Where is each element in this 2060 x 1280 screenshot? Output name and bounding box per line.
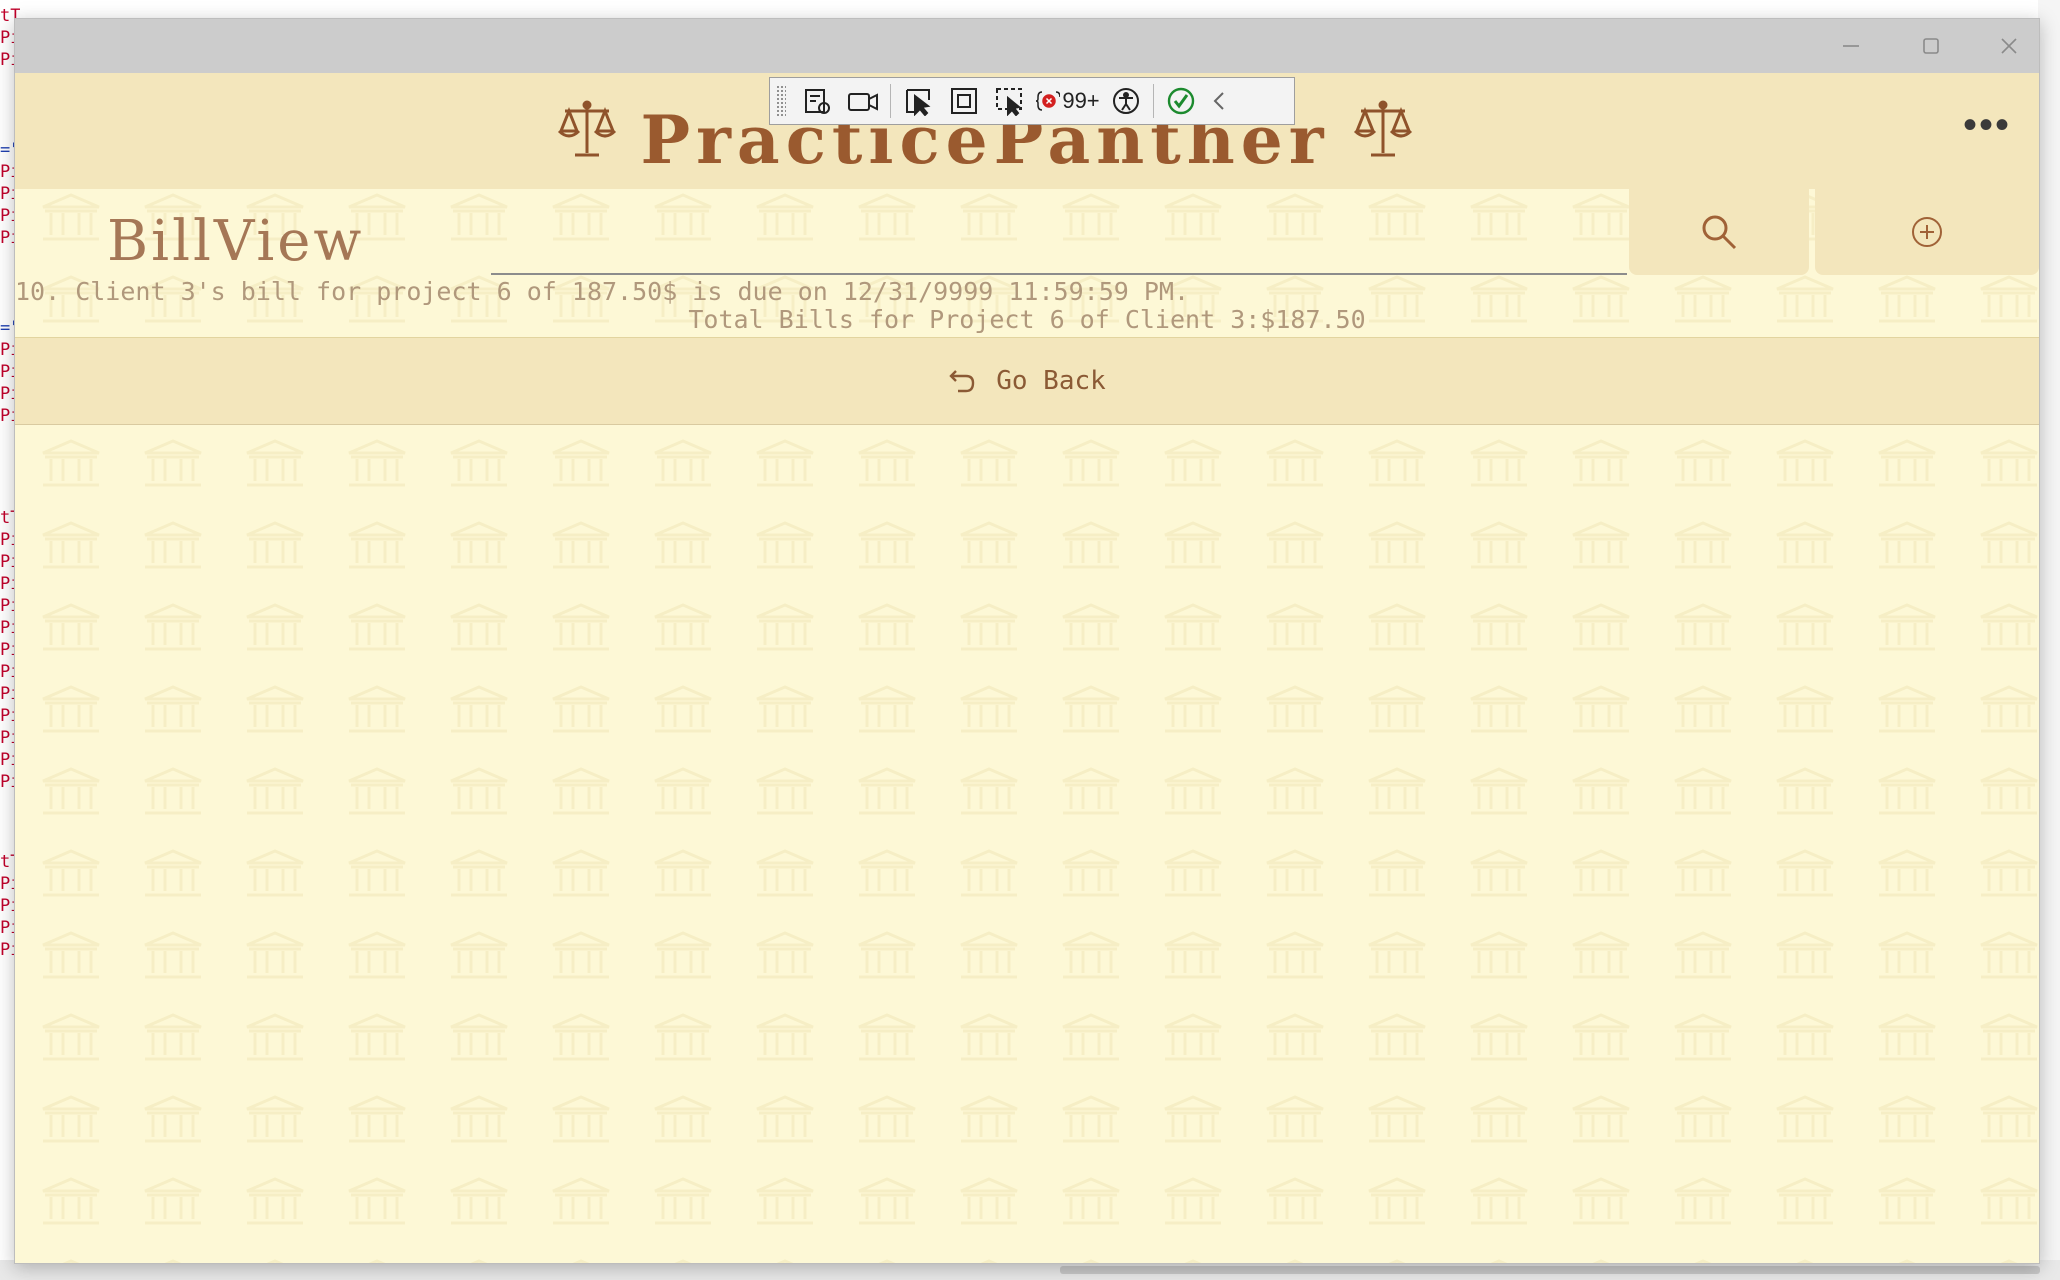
minimize-icon[interactable] (1811, 19, 1891, 73)
live-visual-tree-icon[interactable] (794, 81, 840, 121)
collapse-toolbar-icon[interactable] (1204, 81, 1234, 121)
select-element-icon[interactable] (895, 81, 941, 121)
accessibility-checker-icon[interactable] (1103, 81, 1149, 121)
bill-total: Total Bills for Project 6 of Client 3:$1… (688, 305, 1366, 334)
go-back-label: Go Back (996, 366, 1106, 396)
search-icon (1702, 215, 1737, 250)
maximize-icon[interactable] (1891, 19, 1971, 73)
app-window: PracticePanther ••• 99+ BillView 10. Cli… (14, 18, 2040, 1264)
scales-of-justice-icon (557, 97, 617, 166)
list-item: 10. Client 3's bill for project 6 of 187… (15, 277, 1189, 306)
close-icon[interactable] (1969, 19, 2039, 73)
window-titlebar (15, 19, 2039, 73)
scales-of-justice-icon (1353, 97, 1413, 166)
search-button[interactable] (1629, 189, 1809, 275)
more-options-icon[interactable]: ••• (1963, 103, 2011, 148)
track-focus-icon[interactable] (987, 81, 1033, 121)
xaml-debug-toolbar: 99+ (769, 77, 1295, 125)
page-title: BillView (107, 209, 365, 274)
add-bill-button[interactable] (1815, 189, 2039, 275)
hot-reload-ok-icon[interactable] (1158, 81, 1204, 121)
record-camera-icon[interactable] (840, 81, 886, 121)
undo-arrow-icon (949, 370, 975, 393)
display-layout-adorners-icon[interactable] (941, 81, 987, 121)
add-circle-icon (1912, 217, 1942, 247)
search-input[interactable] (491, 189, 1627, 275)
bill-view-content: BillView 10. Client 3's bill for project… (15, 189, 2039, 1263)
background-ide-right (2038, 0, 2060, 1280)
go-back-button[interactable]: Go Back (15, 337, 2039, 425)
toolbar-grip-handle[interactable] (776, 85, 786, 117)
binding-failures-indicator[interactable]: 99+ (1033, 81, 1103, 121)
binding-failure-count: 99+ (1062, 88, 1100, 113)
